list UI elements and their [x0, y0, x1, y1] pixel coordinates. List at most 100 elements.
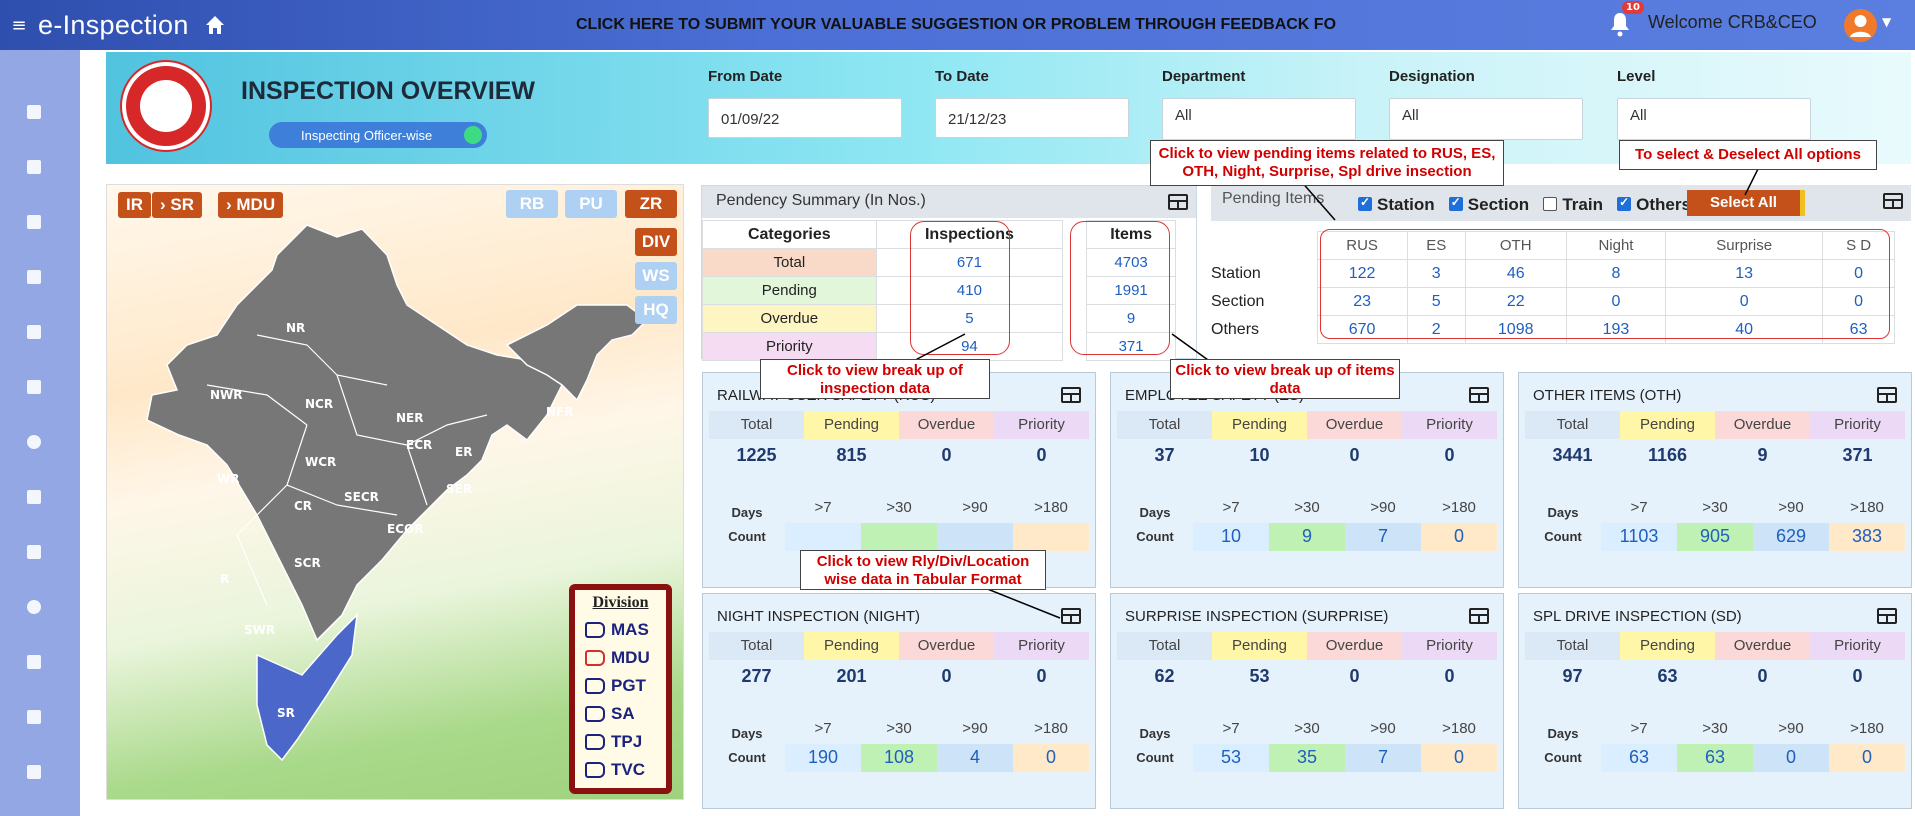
count-value[interactable]: 629 — [1753, 523, 1829, 551]
table-icon[interactable] — [1469, 608, 1489, 624]
station-checkbox[interactable]: Station — [1358, 195, 1435, 214]
zone-rb-button[interactable]: RB — [506, 190, 558, 218]
count-value[interactable]: 7 — [1345, 744, 1421, 772]
map-label-cr[interactable]: CR — [294, 499, 312, 513]
mail-icon[interactable] — [27, 545, 41, 559]
card-value[interactable]: 277 — [709, 662, 804, 692]
card-value[interactable]: 0 — [1402, 662, 1497, 692]
card-value[interactable]: 0 — [899, 662, 994, 692]
level-div-button[interactable]: DIV — [635, 228, 677, 256]
map-label-wr[interactable]: WR — [217, 472, 239, 486]
dashboard-icon[interactable] — [27, 105, 41, 119]
count-value[interactable]: 383 — [1829, 523, 1905, 551]
count-value[interactable] — [861, 523, 937, 551]
map-label-nfr[interactable]: NFR — [546, 405, 573, 419]
map-label-ecor[interactable]: ECOR — [387, 522, 423, 536]
map-label-nwr[interactable]: NWR — [210, 388, 243, 402]
count-value[interactable]: 0 — [1753, 744, 1829, 772]
card-value[interactable]: 371 — [1810, 441, 1905, 471]
bell-icon[interactable] — [1608, 10, 1632, 38]
map-label-sr[interactable]: SR — [277, 706, 295, 720]
app-brand[interactable]: e-Inspection — [38, 10, 189, 41]
table-icon[interactable] — [1168, 194, 1188, 210]
card-value[interactable]: 201 — [804, 662, 899, 692]
table-icon[interactable] — [1877, 387, 1897, 403]
card-value[interactable]: 0 — [1402, 441, 1497, 471]
card-value[interactable]: 37 — [1117, 441, 1212, 471]
table-icon[interactable] — [1061, 608, 1081, 624]
division-item-tpj[interactable]: TPJ — [585, 728, 656, 756]
event-icon[interactable] — [27, 765, 41, 779]
level-select[interactable]: All — [1617, 98, 1811, 140]
card-value[interactable]: 0 — [994, 662, 1089, 692]
map-label-ser[interactable]: SER — [446, 482, 472, 496]
card-value[interactable]: 62 — [1117, 662, 1212, 692]
card-value[interactable]: 3441 — [1525, 441, 1620, 471]
officer-wise-toggle[interactable]: Inspecting Officer-wise — [269, 122, 487, 148]
map-label-ncr[interactable]: NCR — [305, 397, 333, 411]
report-icon[interactable] — [27, 490, 41, 504]
map-label-wcr[interactable]: WCR — [305, 455, 336, 469]
clipboard-icon[interactable] — [27, 380, 41, 394]
train-checkbox[interactable]: Train — [1543, 195, 1603, 214]
count-value[interactable]: 108 — [861, 744, 937, 772]
search-icon[interactable] — [27, 435, 41, 449]
briefcase-icon[interactable] — [27, 325, 41, 339]
crumb-ir[interactable]: IR — [118, 192, 151, 218]
count-value[interactable]: 190 — [785, 744, 861, 772]
count-value[interactable] — [937, 523, 1013, 551]
count-value[interactable]: 63 — [1601, 744, 1677, 772]
user-avatar[interactable] — [1844, 9, 1877, 42]
count-value[interactable]: 0 — [1013, 744, 1089, 772]
section-checkbox[interactable]: Section — [1448, 195, 1529, 214]
division-item-mas[interactable]: MAS — [585, 616, 656, 644]
book-icon[interactable] — [27, 160, 41, 174]
map-label-ner[interactable]: NER — [396, 411, 423, 425]
count-value[interactable]: 0 — [1421, 744, 1497, 772]
card-value[interactable]: 63 — [1620, 662, 1715, 692]
calendar-icon[interactable] — [27, 270, 41, 284]
table-icon[interactable] — [1061, 387, 1081, 403]
card-value[interactable]: 9 — [1715, 441, 1810, 471]
division-item-sa[interactable]: SA — [585, 700, 656, 728]
table-icon[interactable] — [1883, 193, 1903, 209]
count-value[interactable]: 1103 — [1601, 523, 1677, 551]
card-value[interactable]: 53 — [1212, 662, 1307, 692]
to-date-input[interactable]: 21/12/23 — [935, 98, 1129, 138]
card-value[interactable]: 10 — [1212, 441, 1307, 471]
division-item-tvc[interactable]: TVC — [585, 756, 656, 784]
level-ws-button[interactable]: WS — [635, 262, 677, 290]
help-icon[interactable] — [27, 600, 41, 614]
count-value[interactable]: 10 — [1193, 523, 1269, 551]
crumb-mdu[interactable]: › MDU — [218, 192, 284, 218]
map-label-secr[interactable]: SECR — [344, 490, 379, 504]
count-value[interactable]: 63 — [1677, 744, 1753, 772]
division-item-pgt[interactable]: PGT — [585, 672, 656, 700]
count-value[interactable]: 4 — [937, 744, 1013, 772]
menu-icon[interactable]: ≡ — [0, 15, 38, 36]
chevron-down-icon[interactable]: ▼ — [1882, 15, 1891, 29]
count-value[interactable]: 9 — [1269, 523, 1345, 551]
card-value[interactable]: 0 — [1810, 662, 1905, 692]
card-value[interactable]: 1225 — [709, 441, 804, 471]
from-date-input[interactable]: 01/09/22 — [708, 98, 902, 138]
count-value[interactable] — [785, 523, 861, 551]
zone-zr-button[interactable]: ZR — [625, 190, 677, 218]
map-label-r[interactable]: R — [220, 572, 229, 586]
card-value[interactable]: 0 — [1307, 662, 1402, 692]
card-value[interactable]: 0 — [994, 441, 1089, 471]
level-hq-button[interactable]: HQ — [635, 296, 677, 324]
card-value[interactable]: 97 — [1525, 662, 1620, 692]
designation-select[interactable]: All — [1389, 98, 1583, 140]
count-value[interactable]: 7 — [1345, 523, 1421, 551]
card-value[interactable]: 0 — [1307, 441, 1402, 471]
map-label-nr[interactable]: NR — [286, 321, 305, 335]
card-value[interactable]: 0 — [1715, 662, 1810, 692]
document-icon[interactable] — [27, 655, 41, 669]
count-value[interactable]: 0 — [1829, 744, 1905, 772]
card-value[interactable]: 815 — [804, 441, 899, 471]
table-icon[interactable] — [1877, 608, 1897, 624]
count-value[interactable]: 905 — [1677, 523, 1753, 551]
count-value[interactable]: 53 — [1193, 744, 1269, 772]
home-icon[interactable] — [203, 13, 227, 37]
